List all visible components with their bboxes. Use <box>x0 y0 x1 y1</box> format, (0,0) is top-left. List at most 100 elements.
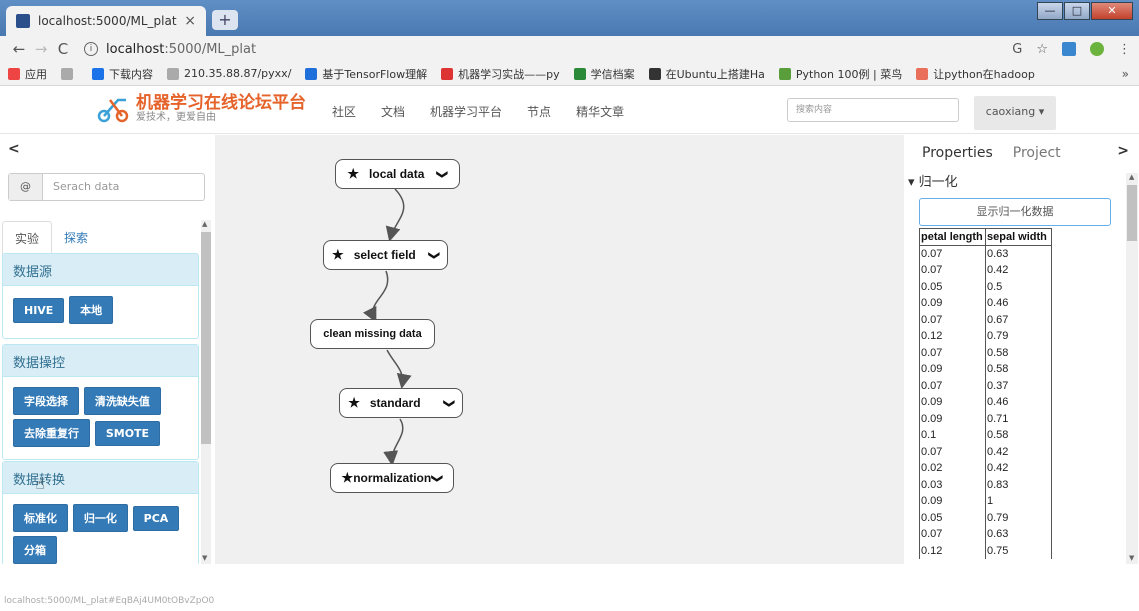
window-close-button[interactable]: ✕ <box>1091 2 1133 20</box>
bookmark-star-icon[interactable]: ☆ <box>1036 42 1048 57</box>
data-search-input[interactable]: @ Serach data <box>8 173 205 201</box>
table-row: 0.07 0.42 <box>919 262 1052 279</box>
bookmark-item[interactable] <box>61 67 78 80</box>
nav-featured[interactable]: 精华文章 <box>576 103 624 120</box>
op-hive-button[interactable]: HIVE <box>13 298 65 323</box>
left-scrollbar[interactable]: ▲ ▼ <box>201 220 211 564</box>
bookmark-item[interactable]: 机器学习实战——py <box>441 66 560 82</box>
group-data-ops: 数据操控 字段选择 清洗缺失值 去除重复行 SMOTE <box>2 344 199 460</box>
tab-close-icon[interactable]: × <box>184 13 196 29</box>
bookmarks-more-icon[interactable]: » <box>1122 67 1129 81</box>
tab-project[interactable]: Project <box>1013 145 1061 161</box>
flow-node-standard[interactable]: ★ standard ❯ <box>339 388 463 418</box>
flow-node-normalization[interactable]: ★ normalization ❯ <box>330 463 454 493</box>
nav-ml-platform[interactable]: 机器学习平台 <box>430 103 502 120</box>
chevron-down-icon[interactable]: ❯ <box>443 398 456 407</box>
scroll-thumb[interactable] <box>1127 185 1137 241</box>
table-row: 0.09 0.46 <box>919 394 1052 411</box>
jianshu-icon <box>916 67 929 80</box>
group-title[interactable]: 数据转换 <box>3 462 198 494</box>
operator-list: 数据源 HIVE 本地 数据操控 字段选择 清洗缺失值 去除重复行 SMOTE … <box>0 253 211 564</box>
back-button[interactable]: ← <box>8 40 30 58</box>
url-field[interactable]: i localhost:5000/ML_plat <box>84 42 998 57</box>
maximize-button[interactable]: □ <box>1064 2 1090 20</box>
bookmark-item[interactable]: 应用 <box>8 66 47 82</box>
forward-button[interactable]: → <box>30 40 52 58</box>
at-icon: @ <box>9 174 43 200</box>
op-field-select-button[interactable]: 字段选择 <box>13 387 79 415</box>
right-scrollbar[interactable]: ▲ ▼ <box>1126 173 1138 564</box>
tab-properties[interactable]: Properties <box>922 145 993 161</box>
profile-icon[interactable] <box>1090 42 1104 56</box>
node-label: clean missing data <box>323 328 422 340</box>
extension-icon[interactable] <box>1062 42 1076 56</box>
bookmark-item[interactable]: Python 100例 | 菜鸟 <box>778 66 902 82</box>
star-icon: ★ <box>341 470 354 485</box>
op-standardize-button[interactable]: 标准化 <box>13 504 68 532</box>
table-cell: 0.09 <box>919 394 986 411</box>
op-local-button[interactable]: 本地 <box>69 296 114 324</box>
flow-canvas[interactable]: ★ local data ❯ ★ select field ❯ clean mi… <box>215 135 904 564</box>
minimize-button[interactable]: — <box>1037 2 1063 20</box>
section-toggle-normalization[interactable]: ▾ 归一化 <box>908 171 958 190</box>
tab-explore[interactable]: 探索 <box>52 221 100 256</box>
scroll-down-icon[interactable]: ▼ <box>1129 554 1134 562</box>
table-row: 0.05 0.5 <box>919 278 1052 295</box>
main-nav: 社区 文档 机器学习平台 节点 精华文章 <box>332 103 649 120</box>
table-cell: 0.02 <box>919 460 986 477</box>
group-title[interactable]: 数据源 <box>3 254 198 286</box>
op-binning-button[interactable]: 分箱 <box>13 536 57 564</box>
scroll-up-icon[interactable]: ▲ <box>1129 173 1134 181</box>
bookmark-item[interactable]: 基于TensorFlow理解 <box>305 66 427 82</box>
bookmark-item[interactable]: 学信档案 <box>573 66 635 82</box>
browser-menu-icon[interactable]: ⋮ <box>1118 42 1131 57</box>
chevron-down-icon[interactable]: ❯ <box>437 169 450 178</box>
scroll-down-icon[interactable]: ▼ <box>202 554 207 562</box>
site-search-input[interactable]: 搜索内容 <box>787 98 959 122</box>
group-title[interactable]: 数据操控 <box>3 345 198 377</box>
star-icon: ★ <box>347 166 360 181</box>
nav-docs[interactable]: 文档 <box>381 103 405 120</box>
table-cell: 0.83 <box>985 476 1052 493</box>
browser-tab[interactable]: localhost:5000/ML_plat × <box>6 6 206 36</box>
op-normalize-button[interactable]: 归一化 <box>72 504 128 532</box>
bookmark-item[interactable]: 下载内容 <box>92 66 153 82</box>
table-row: 0.09 0.71 <box>919 410 1052 427</box>
op-clean-missing-button[interactable]: 清洗缺失值 <box>83 387 161 415</box>
op-pca-button[interactable]: PCA <box>132 506 180 531</box>
bookmark-item[interactable]: 让python在hadoop <box>916 66 1035 82</box>
site-subtitle: 爱技术，更爱自由 <box>136 112 216 123</box>
node-label: select field <box>353 248 416 262</box>
reload-button[interactable]: C <box>52 40 74 58</box>
info-icon[interactable]: i <box>84 42 98 56</box>
collapse-right-icon[interactable]: > <box>1117 143 1129 159</box>
column-header: petal length <box>919 228 986 246</box>
url-path: :5000/ML_plat <box>164 41 257 57</box>
user-menu-button[interactable]: caoxiang ▾ <box>974 96 1056 130</box>
nav-nodes[interactable]: 节点 <box>527 103 551 120</box>
collapse-left-icon[interactable]: < <box>8 141 20 157</box>
site-logo[interactable]: 机器学习在线论坛平台 爱技术，更爱自由 <box>96 94 306 124</box>
scroll-up-icon[interactable]: ▲ <box>202 220 207 228</box>
table-row: 0.1 0.58 <box>919 427 1052 444</box>
bookmark-item[interactable]: 在Ubuntu上搭建Ha <box>648 66 765 82</box>
table-cell: 0.75 <box>985 542 1052 559</box>
left-tabs: 实验 探索 <box>2 221 100 256</box>
scroll-thumb[interactable] <box>201 232 211 444</box>
bookmark-label: 学信档案 <box>590 67 635 81</box>
bookmark-item[interactable]: 210.35.88.87/pyxx/ <box>167 67 291 80</box>
translate-icon[interactable]: G <box>1012 42 1022 57</box>
nav-community[interactable]: 社区 <box>332 103 356 120</box>
flow-node-select-field[interactable]: ★ select field ❯ <box>323 240 448 270</box>
tab-experiment[interactable]: 实验 <box>2 221 53 256</box>
show-normalized-data-button[interactable]: 显示归一化数据 <box>919 198 1111 226</box>
table-row: 0.05 0.79 <box>919 509 1052 526</box>
op-smote-button[interactable]: SMOTE <box>94 421 161 446</box>
table-cell: 0.5 <box>985 278 1052 295</box>
flow-node-local-data[interactable]: ★ local data ❯ <box>335 159 460 189</box>
new-tab-button[interactable]: + <box>212 10 238 30</box>
chevron-down-icon[interactable]: ❯ <box>431 473 444 482</box>
chevron-down-icon[interactable]: ❯ <box>428 250 441 259</box>
flow-node-clean-missing-data[interactable]: clean missing data <box>310 319 435 349</box>
op-dedupe-button[interactable]: 去除重复行 <box>13 419 90 447</box>
